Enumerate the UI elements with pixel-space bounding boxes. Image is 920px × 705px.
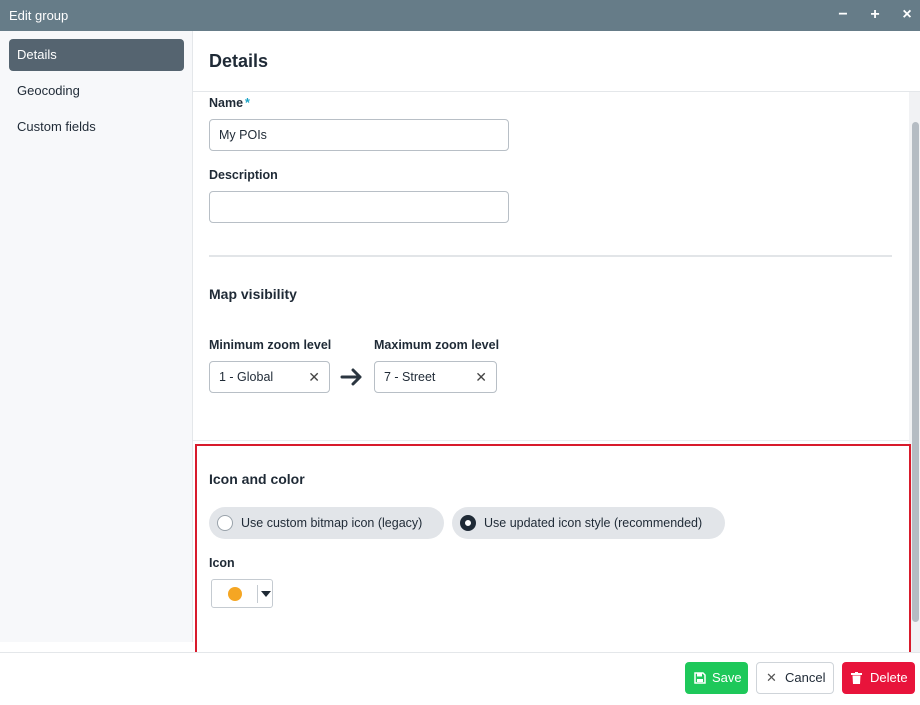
close-icon[interactable]: × (898, 6, 916, 24)
map-visibility-title: Map visibility (209, 286, 297, 302)
minimize-icon[interactable]: − (834, 6, 852, 24)
legacy-icon-option[interactable]: Use custom bitmap icon (legacy) (209, 507, 444, 539)
icon-picker[interactable] (211, 579, 273, 608)
cancel-label: Cancel (785, 670, 826, 685)
main-header: Details (193, 31, 920, 92)
sidebar-item-custom-fields[interactable]: Custom fields (9, 111, 184, 143)
delete-button[interactable]: Delete (842, 662, 915, 694)
clear-max-zoom-icon[interactable]: ✕ (475, 362, 487, 392)
min-zoom-select[interactable]: 1 - Global ✕ (209, 361, 330, 393)
description-label: Description (209, 168, 278, 182)
window-title: Edit group (9, 8, 69, 23)
max-zoom-value: 7 - Street (384, 370, 436, 384)
max-zoom-label: Maximum zoom level (374, 338, 500, 352)
page-title: Details (209, 51, 269, 71)
legacy-radio[interactable] (217, 515, 233, 531)
name-label: Name * (209, 96, 250, 110)
sidebar-item-details[interactable]: Details (9, 39, 184, 71)
name-input[interactable] (209, 119, 509, 151)
updated-radio[interactable] (460, 515, 476, 531)
sidebar-item-geocoding[interactable]: Geocoding (9, 75, 184, 107)
icon-and-color-title: Icon and color (209, 471, 305, 487)
required-icon: * (245, 96, 250, 110)
description-input[interactable] (209, 191, 509, 223)
min-zoom-label: Minimum zoom level (209, 338, 332, 352)
maximize-icon[interactable]: + (866, 6, 884, 24)
save-button[interactable]: Save (685, 662, 748, 694)
section-divider (209, 255, 892, 257)
circle-icon (228, 587, 242, 601)
picker-separator (257, 585, 258, 603)
cancel-button[interactable]: ✕ Cancel (756, 662, 834, 694)
window-titlebar: Edit group − + × (0, 0, 920, 31)
delete-label: Delete (870, 670, 908, 685)
cancel-icon: ✕ (766, 670, 777, 685)
updated-option-label: Use updated icon style (recommended) (484, 516, 703, 530)
clear-min-zoom-icon[interactable]: ✕ (308, 362, 320, 392)
name-label-text: Name (209, 96, 244, 110)
trash-icon (851, 662, 862, 696)
save-icon (694, 662, 706, 696)
legacy-option-label: Use custom bitmap icon (legacy) (241, 516, 423, 530)
updated-icon-option[interactable]: Use updated icon style (recommended) (452, 507, 725, 539)
save-label: Save (712, 670, 742, 685)
icon-label: Icon (209, 556, 235, 570)
arrow-right-icon (340, 368, 362, 386)
min-zoom-value: 1 - Global (219, 370, 274, 384)
section-divider-2 (193, 440, 909, 441)
sidebar: Details Geocoding Custom fields (0, 31, 193, 642)
scrollbar-thumb[interactable] (912, 122, 919, 622)
caret-down-icon[interactable] (261, 591, 271, 597)
max-zoom-select[interactable]: 7 - Street ✕ (374, 361, 497, 393)
